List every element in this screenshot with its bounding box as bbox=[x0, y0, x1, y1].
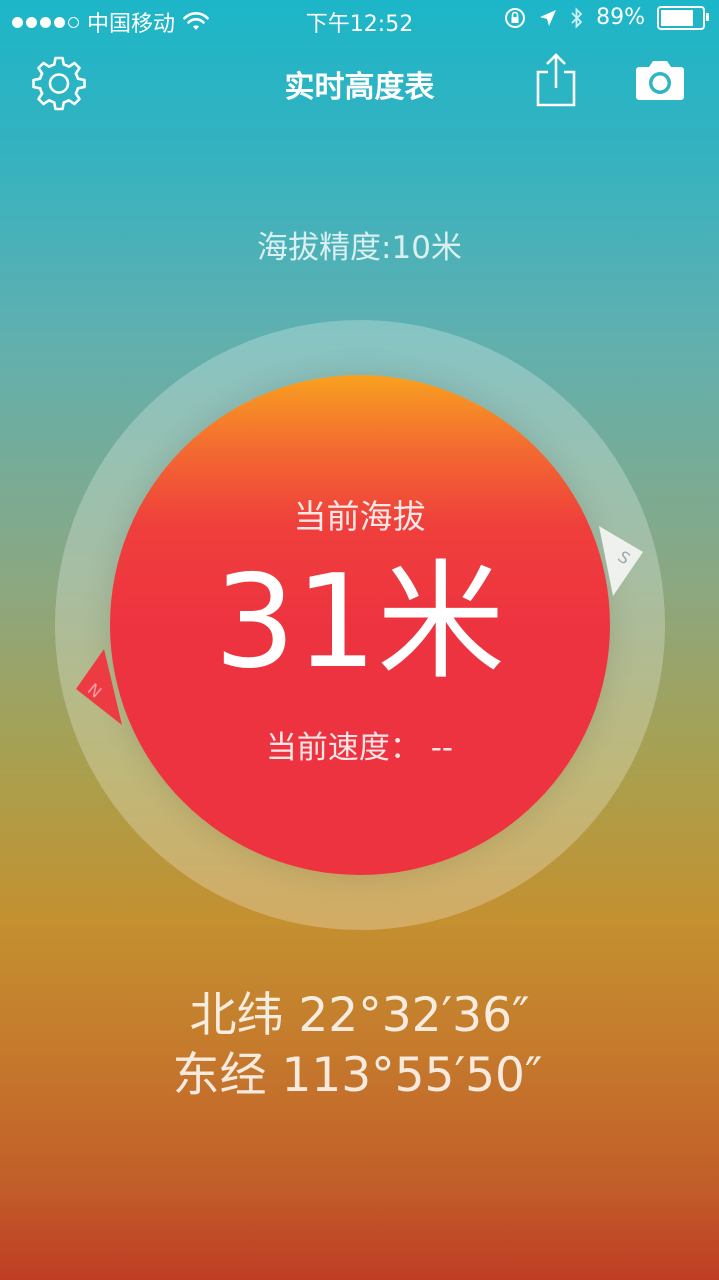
page-title: 实时高度表 bbox=[284, 70, 435, 105]
orientation-lock-icon bbox=[505, 7, 526, 28]
bluetooth-icon bbox=[571, 6, 583, 29]
longitude: 东经 113°55′50″ bbox=[172, 1048, 543, 1103]
status-bar: 中国移动 下午12:52 89% bbox=[0, 0, 719, 40]
share-icon bbox=[536, 53, 576, 107]
altitude-value: 31米 bbox=[214, 548, 505, 697]
camera-icon bbox=[636, 61, 684, 100]
location-arrow-icon bbox=[540, 9, 557, 26]
latitude: 北纬 22°32′36″ bbox=[189, 988, 530, 1043]
coordinates: 北纬 22°32′36″ 东经 113°55′50″ bbox=[0, 986, 719, 1106]
status-right: 89% bbox=[504, 5, 709, 30]
current-altitude-label: 当前海拔 bbox=[293, 497, 426, 536]
battery-level bbox=[661, 9, 694, 26]
share-button[interactable] bbox=[534, 52, 578, 108]
current-speed: 当前速度： -- bbox=[265, 730, 454, 766]
battery-icon bbox=[657, 5, 709, 30]
battery-percent: 89% bbox=[596, 5, 645, 30]
altitude-precision: 海拔精度:10米 bbox=[257, 230, 462, 266]
camera-button[interactable] bbox=[634, 58, 686, 102]
nav-bar: 实时高度表 bbox=[0, 40, 719, 124]
